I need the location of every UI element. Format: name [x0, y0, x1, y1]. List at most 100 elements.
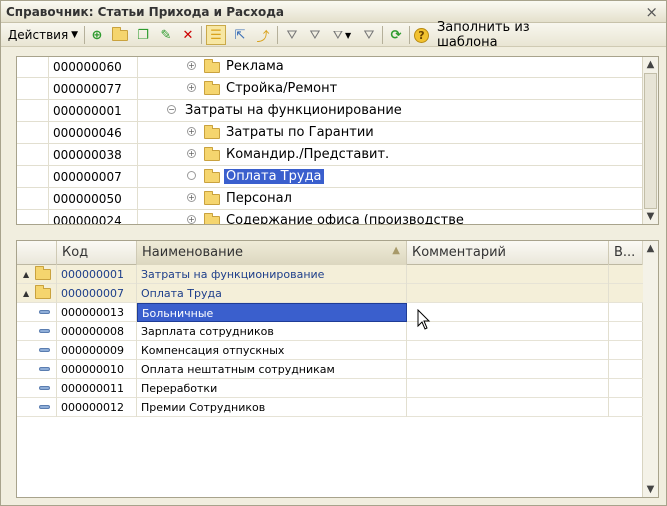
tree-row[interactable]: 000000060 + Реклама: [17, 57, 643, 78]
folder-icon: [204, 191, 220, 205]
row-code: 000000009: [57, 341, 137, 360]
row-name[interactable]: Затраты на функционирование: [137, 265, 407, 284]
filter-value-icon: ⛛: [309, 27, 321, 43]
row-comment[interactable]: [407, 398, 609, 417]
close-icon[interactable]: ×: [645, 3, 658, 21]
row-name[interactable]: Премии Сотрудников: [137, 398, 407, 417]
edit-icon: ✎: [160, 27, 172, 43]
row-comment[interactable]: [407, 284, 609, 303]
table-header: Код Наименование ▲ Комментарий В...: [17, 241, 643, 265]
row-extra: [609, 360, 643, 379]
filter-list-button[interactable]: ⛛ ▼: [328, 25, 356, 45]
filter-value-button[interactable]: ⛛: [305, 25, 325, 45]
tree-row[interactable]: 000000024 + Содержание офиса (производстве: [17, 210, 643, 225]
filter-list-icon: ⛛: [332, 27, 343, 42]
window-title: Справочник: Статьи Прихода и Расхода: [6, 5, 285, 19]
row-comment[interactable]: [407, 322, 609, 341]
tree-scrollbar[interactable]: ▲ ▼: [642, 57, 658, 224]
collapse-icon[interactable]: −: [167, 105, 176, 114]
tree-row-lead: [17, 78, 49, 100]
tree-row[interactable]: 000000038 + Командир./Представит.: [17, 144, 643, 166]
row-name[interactable]: Больничные: [137, 303, 407, 322]
group-tree[interactable]: 000000024 + Содержание офиса (производстве…: [16, 56, 659, 225]
row-name[interactable]: Оплата Труда: [137, 284, 407, 303]
chevron-down-icon: ▼: [71, 30, 79, 40]
add-folder-button[interactable]: [110, 25, 130, 45]
tree-row[interactable]: 000000007 Оплата Труда: [17, 166, 643, 188]
row-comment[interactable]: [407, 303, 609, 322]
tree-row[interactable]: 000000077 + Стройка/Ремонт: [17, 78, 643, 100]
header-comment[interactable]: Комментарий: [407, 241, 609, 265]
column-divider: [137, 188, 138, 210]
expand-icon[interactable]: +: [187, 215, 196, 224]
row-name[interactable]: Компенсация отпускных: [137, 341, 407, 360]
tree-row[interactable]: 000000001 − Затраты на функционирование: [17, 100, 643, 122]
expand-icon[interactable]: +: [187, 149, 196, 158]
table-row[interactable]: 000000010 Оплата нештатным сотрудникам: [17, 360, 643, 379]
group-up-icon[interactable]: ▲: [23, 270, 29, 279]
actions-menu-button[interactable]: Действия ▼: [5, 25, 81, 45]
expand-icon[interactable]: +: [187, 83, 196, 92]
table-group-row[interactable]: ▲ 000000001 Затраты на функционирование: [17, 265, 643, 284]
toolbar-separator: [409, 26, 410, 44]
delete-icon: ✕: [182, 27, 194, 43]
filter-button[interactable]: ⛛: [282, 25, 302, 45]
row-code: 000000012: [57, 398, 137, 417]
row-extra: [609, 322, 643, 341]
table-row[interactable]: 000000009 Компенсация отпускных: [17, 341, 643, 360]
row-comment[interactable]: [407, 379, 609, 398]
edit-button[interactable]: ✎: [156, 25, 176, 45]
expand-icon[interactable]: +: [187, 61, 196, 70]
expand-icon[interactable]: +: [187, 193, 196, 202]
move-button[interactable]: ⇱: [230, 25, 250, 45]
row-comment[interactable]: [407, 360, 609, 379]
tree-row-lead: [17, 122, 49, 144]
row-comment[interactable]: [407, 265, 609, 284]
folder-icon: [204, 147, 220, 161]
toolbar-separator: [201, 26, 202, 44]
toolbar-separator: [84, 26, 85, 44]
scroll-thumb[interactable]: [644, 73, 657, 209]
filter-clear-button[interactable]: ⛛: [359, 25, 379, 45]
delete-button[interactable]: ✕: [178, 25, 198, 45]
table-row[interactable]: 000000008 Зарплата сотрудников: [17, 322, 643, 341]
column-divider: [137, 78, 138, 100]
table-scrollbar[interactable]: ▲ ▼: [642, 241, 658, 497]
copy-button[interactable]: ❐: [133, 25, 153, 45]
items-table[interactable]: Код Наименование ▲ Комментарий В... ▲ ▼ …: [16, 240, 659, 498]
row-comment[interactable]: [407, 341, 609, 360]
add-button[interactable]: ⊕: [87, 25, 107, 45]
leaf-node-icon[interactable]: [187, 171, 196, 180]
column-divider: [137, 144, 138, 166]
scroll-down-icon[interactable]: ▼: [643, 209, 658, 224]
expand-icon[interactable]: +: [187, 127, 196, 136]
tree-row[interactable]: 000000046 + Затраты по Гарантии: [17, 122, 643, 144]
table-row[interactable]: 000000012 Премии Сотрудников: [17, 398, 643, 417]
tree-row-code: 000000024: [53, 214, 122, 225]
table-row[interactable]: 000000013 Больничные: [17, 303, 643, 322]
row-name[interactable]: Оплата нештатным сотрудникам: [137, 360, 407, 379]
folder-icon: [204, 81, 220, 95]
tree-row[interactable]: 000000050 + Персонал: [17, 188, 643, 210]
group-up-icon[interactable]: ▲: [23, 289, 29, 298]
table-row[interactable]: 000000011 Переработки: [17, 379, 643, 398]
row-code: 000000008: [57, 322, 137, 341]
refresh-button[interactable]: ⟳: [386, 25, 406, 45]
row-name[interactable]: Переработки: [137, 379, 407, 398]
scroll-down-icon[interactable]: ▼: [643, 482, 658, 497]
scroll-up-icon[interactable]: ▲: [643, 241, 658, 256]
table-group-row[interactable]: ▲ 000000007 Оплата Труда: [17, 284, 643, 303]
header-extra[interactable]: В...: [609, 241, 643, 265]
header-name[interactable]: Наименование ▲: [137, 241, 407, 265]
row-icon-cell: [17, 398, 57, 417]
scroll-up-icon[interactable]: ▲: [643, 57, 658, 72]
hierarchy-button[interactable]: ☰: [206, 25, 226, 45]
tree-row-name: Затраты по Гарантии: [226, 125, 374, 140]
tree-row-code: 000000007: [53, 170, 122, 184]
fill-from-template-button[interactable]: ? Заполнить из шаблона: [414, 20, 594, 50]
row-name[interactable]: Зарплата сотрудников: [137, 322, 407, 341]
move-to-group-button[interactable]: ⤴: [253, 25, 273, 45]
row-icon-cell: [17, 322, 57, 341]
tree-row-code: 000000060: [53, 60, 122, 74]
header-code[interactable]: Код: [57, 241, 137, 265]
